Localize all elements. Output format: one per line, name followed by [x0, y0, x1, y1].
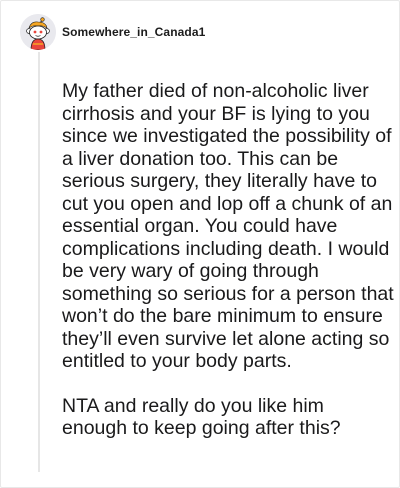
comment-body: My father died of non-alcoholic liver ci…	[62, 80, 394, 462]
comment-paragraph: My father died of non-alcoholic liver ci…	[62, 80, 394, 372]
user-avatar[interactable]	[20, 14, 56, 50]
thread-collapse-line[interactable]	[38, 52, 40, 472]
snoo-avatar-icon	[20, 14, 56, 50]
comment-author-username[interactable]: Somewhere_in_Canada1	[62, 25, 205, 39]
comment-paragraph: NTA and really do you like him enough to…	[62, 394, 341, 440]
